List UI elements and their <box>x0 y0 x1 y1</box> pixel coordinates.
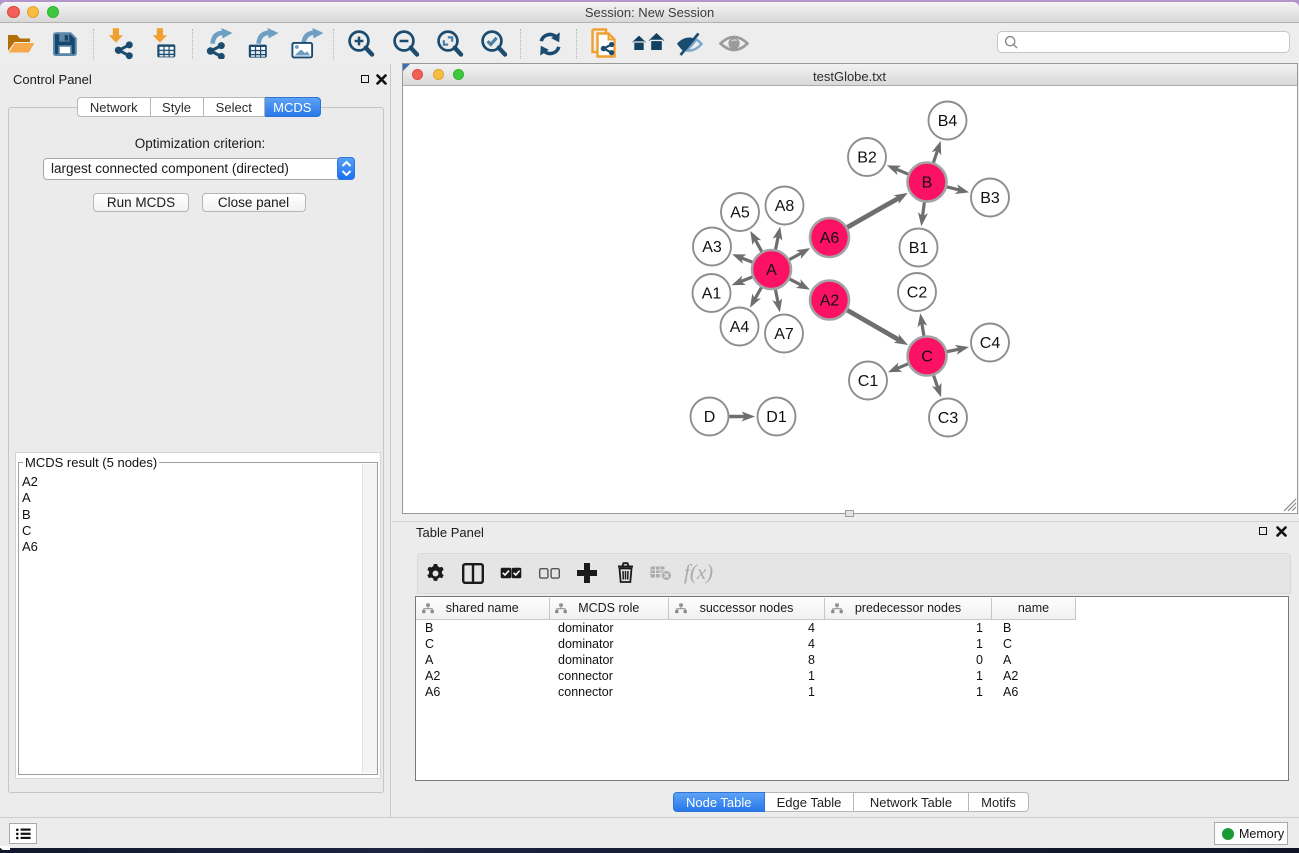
svg-text:A8: A8 <box>775 198 795 215</box>
svg-text:A5: A5 <box>730 205 750 222</box>
svg-text:A2: A2 <box>820 293 840 310</box>
svg-text:A1: A1 <box>702 286 722 303</box>
svg-text:B4: B4 <box>938 113 958 130</box>
svg-text:A4: A4 <box>730 319 750 336</box>
svg-text:A3: A3 <box>702 239 722 256</box>
svg-text:B3: B3 <box>980 190 1000 207</box>
svg-text:C1: C1 <box>858 373 879 390</box>
svg-text:D: D <box>704 409 716 426</box>
svg-text:C2: C2 <box>907 285 928 302</box>
svg-text:A: A <box>766 262 777 279</box>
svg-text:C: C <box>921 349 933 366</box>
svg-text:B1: B1 <box>909 240 929 257</box>
svg-text:D1: D1 <box>766 409 787 426</box>
svg-text:C3: C3 <box>938 410 959 427</box>
svg-text:A6: A6 <box>820 230 840 247</box>
svg-text:C4: C4 <box>980 335 1001 352</box>
svg-text:A7: A7 <box>774 326 794 343</box>
svg-text:B2: B2 <box>857 150 877 167</box>
svg-text:B: B <box>922 175 933 192</box>
